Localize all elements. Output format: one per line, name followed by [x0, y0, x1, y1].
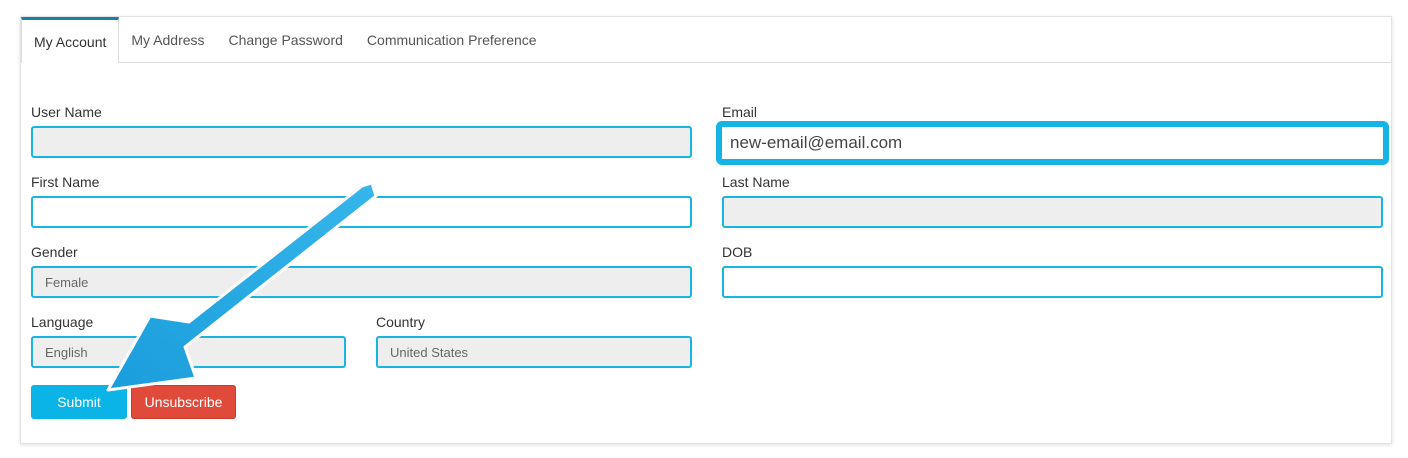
first-name-field[interactable]: [31, 196, 692, 228]
email-field[interactable]: new-email@email.com: [716, 121, 1389, 165]
tab-bar: My Account My Address Change Password Co…: [21, 17, 1391, 63]
first-name-label: First Name: [31, 174, 100, 190]
tab-my-account[interactable]: My Account: [21, 17, 120, 63]
dob-field[interactable]: [722, 266, 1383, 298]
email-label: Email: [722, 104, 758, 120]
last-name-field[interactable]: [722, 196, 1383, 228]
submit-button[interactable]: Submit: [31, 385, 127, 419]
language-label: Language: [31, 314, 94, 330]
user-name-label: User Name: [31, 104, 102, 120]
country-label: Country: [376, 314, 426, 330]
country-select[interactable]: United States: [376, 336, 692, 368]
language-select[interactable]: English: [31, 336, 346, 368]
account-panel: My Account My Address Change Password Co…: [20, 16, 1392, 444]
unsubscribe-button[interactable]: Unsubscribe: [131, 385, 236, 419]
last-name-label: Last Name: [722, 174, 790, 190]
gender-select[interactable]: Female: [31, 266, 692, 298]
user-name-field[interactable]: [31, 126, 692, 158]
gender-label: Gender: [31, 244, 78, 260]
tab-change-password[interactable]: Change Password: [217, 17, 355, 62]
dob-label: DOB: [722, 244, 753, 260]
tab-communication-preference[interactable]: Communication Preference: [355, 17, 549, 62]
tab-my-address[interactable]: My Address: [119, 17, 216, 62]
